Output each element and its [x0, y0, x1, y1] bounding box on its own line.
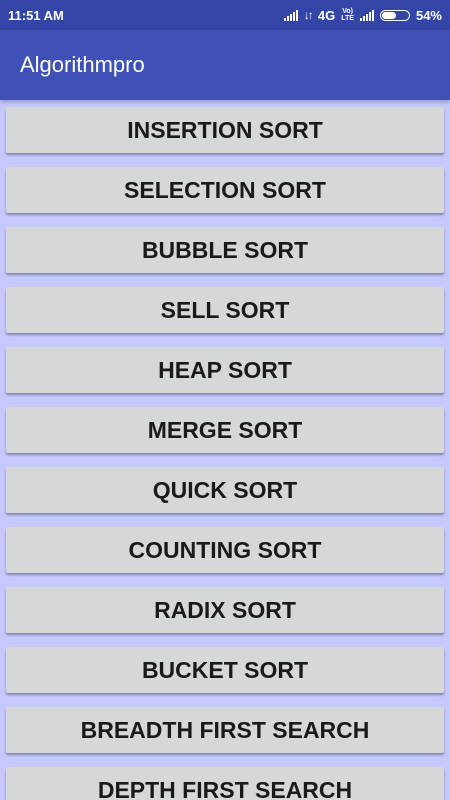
status-time: 11:51 AM: [8, 7, 64, 23]
network-type: 4G: [317, 7, 336, 23]
algorithm-button-heap-sort[interactable]: HEAP SORT: [6, 347, 444, 393]
algorithm-button-quick-sort[interactable]: QUICK SORT: [6, 467, 444, 513]
battery-percent: 54%: [415, 7, 442, 23]
algorithm-button-sell-sort[interactable]: SELL SORT: [6, 287, 444, 333]
app-bar: Algorithmpro: [0, 30, 450, 100]
algorithm-button-bucket-sort[interactable]: BUCKET SORT: [6, 647, 444, 693]
battery-icon: [379, 9, 410, 21]
signal-icon: [283, 9, 298, 21]
status-bar: 11:51 AM ↓↑ 4G Vo) LTE 54%: [0, 0, 450, 30]
algorithm-button-merge-sort[interactable]: MERGE SORT: [6, 407, 444, 453]
volte-icon: Vo) LTE: [341, 8, 354, 22]
battery-fill: [381, 11, 396, 19]
data-activity-icon: ↓↑: [303, 8, 314, 22]
algorithm-button-counting-sort[interactable]: COUNTING SORT: [6, 527, 444, 573]
algorithm-button-selection-sort[interactable]: SELECTION SORT: [6, 167, 444, 213]
volte-bottom: LTE: [341, 15, 354, 22]
algorithm-button-breadth-first-search[interactable]: BREADTH FIRST SEARCH: [6, 707, 444, 753]
algorithm-button-bubble-sort[interactable]: BUBBLE SORT: [6, 227, 444, 273]
status-icons: ↓↑ 4G Vo) LTE 54%: [283, 7, 442, 23]
app-title: Algorithmpro: [20, 52, 145, 77]
algorithm-button-radix-sort[interactable]: RADIX SORT: [6, 587, 444, 633]
algorithm-button-depth-first-search[interactable]: DEPTH FIRST SEARCH: [6, 767, 444, 800]
volte-top: Vo): [342, 8, 353, 15]
algorithm-button-insertion-sort[interactable]: INSERTION SORT: [6, 107, 444, 153]
algorithm-list: INSERTION SORT SELECTION SORT BUBBLE SOR…: [0, 100, 450, 800]
signal-icon-2: [359, 9, 374, 21]
